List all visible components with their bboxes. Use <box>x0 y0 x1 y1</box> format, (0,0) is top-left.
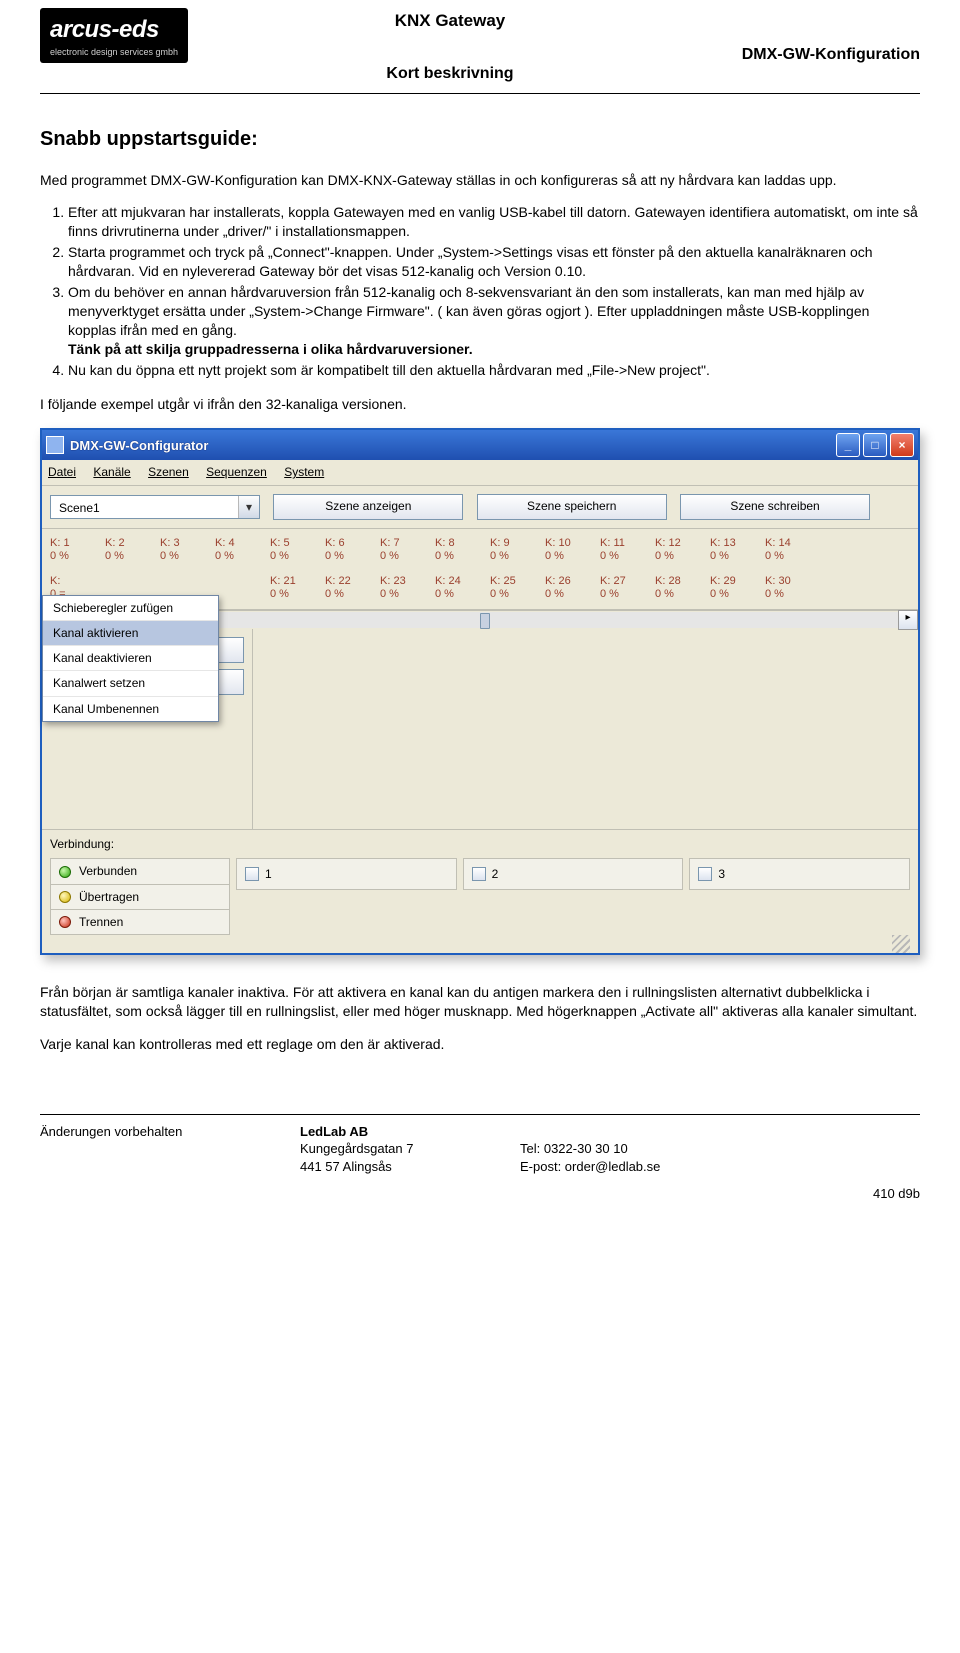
channel-cell[interactable]: K: 30 % <box>160 535 215 565</box>
scene-select[interactable]: Scene1 ▾ <box>50 495 260 519</box>
channel-cell[interactable]: K: 290 % <box>710 573 765 603</box>
doc-title-1: KNX Gateway <box>240 10 660 33</box>
logo-subtext: electronic design services gmbh <box>50 46 178 58</box>
channel-cell[interactable]: K: 60 % <box>325 535 380 565</box>
paragraph-after-2: Varje kanal kan kontrolleras med ett reg… <box>40 1035 920 1054</box>
maximize-button[interactable]: □ <box>863 433 887 457</box>
intro-paragraph: Med programmet DMX-GW-Konfiguration kan … <box>40 171 920 190</box>
footer-num-3: 3 <box>718 866 725 882</box>
footer-num-1: 1 <box>265 866 272 882</box>
footer-mail: E-post: order@ledlab.se <box>520 1158 780 1176</box>
channel-cell[interactable]: K: 140 % <box>765 535 820 565</box>
footer-box-2: 2 <box>463 858 684 890</box>
status-label: Verbunden <box>79 863 137 879</box>
step-3: Om du behöver en annan hårdvaruversion f… <box>68 283 920 359</box>
paragraph-after-1: Från början är samtliga kanaler inaktiva… <box>40 983 920 1021</box>
status-verbunden[interactable]: Verbunden <box>50 858 230 883</box>
connection-label: Verbindung: <box>50 836 910 852</box>
channel-cell[interactable]: K: 270 % <box>600 573 655 603</box>
square-icon <box>698 867 712 881</box>
channel-cell[interactable]: K: 120 % <box>655 535 710 565</box>
statusbar: Verbindung: Verbunden Übertragen Trennen 1… <box>42 830 918 953</box>
scroll-thumb[interactable] <box>480 613 490 629</box>
scroll-right-button[interactable]: ▸ <box>898 610 918 630</box>
context-menu-item[interactable]: Schieberegler zufügen <box>43 596 218 621</box>
toolbar: Scene1 ▾ Szene anzeigen Szene speichern … <box>42 486 918 529</box>
channel-cell[interactable]: K: 50 % <box>270 535 325 565</box>
logo-text: arcus-eds <box>50 14 178 46</box>
resize-grip-icon[interactable] <box>892 935 910 953</box>
status-label: Übertragen <box>79 889 139 905</box>
status-trennen[interactable]: Trennen <box>50 909 230 935</box>
context-menu-item[interactable]: Kanal aktivieren <box>43 621 218 646</box>
menu-szenen[interactable]: Szenen <box>148 465 189 479</box>
green-dot-icon <box>59 866 71 878</box>
channel-cell[interactable]: K: 260 % <box>545 573 600 603</box>
app-window: DMX-GW-Configurator _ □ × Datei Kanäle S… <box>40 428 920 955</box>
channel-cell[interactable]: K: 280 % <box>655 573 710 603</box>
channel-cell[interactable]: K: 70 % <box>380 535 435 565</box>
status-übertragen[interactable]: Übertragen <box>50 884 230 909</box>
brand-logo: arcus-eds electronic design services gmb… <box>40 8 188 63</box>
step-4: Nu kan du öppna ett nytt projekt som är … <box>68 361 920 380</box>
menu-kanaele[interactable]: Kanäle <box>93 465 130 479</box>
menu-sequenzen[interactable]: Sequenzen <box>206 465 267 479</box>
footer-box-3: 3 <box>689 858 910 890</box>
page-number: 410 d9b <box>40 1185 920 1203</box>
footer-company: LedLab AB <box>300 1123 520 1141</box>
channel-cell[interactable]: K: 300 % <box>765 573 820 603</box>
doc-title-2: Kort beskrivning <box>240 63 660 85</box>
menubar: Datei Kanäle Szenen Sequenzen System <box>42 460 918 485</box>
status-label: Trennen <box>79 914 123 930</box>
channel-cell[interactable]: K: 90 % <box>490 535 545 565</box>
context-menu: Schieberegler zufügenKanal aktivierenKan… <box>42 595 219 722</box>
titlebar: DMX-GW-Configurator _ □ × <box>42 430 918 460</box>
menu-datei[interactable]: Datei <box>48 465 76 479</box>
yellow-dot-icon <box>59 891 71 903</box>
save-scene-button[interactable]: Szene speichern <box>477 494 667 520</box>
chevron-down-icon[interactable]: ▾ <box>238 496 259 518</box>
channel-cell[interactable]: K: 20 % <box>105 535 160 565</box>
footer-addr2: 441 57 Alingsås <box>300 1158 520 1176</box>
window-title: DMX-GW-Configurator <box>70 437 833 455</box>
channel-cell[interactable]: K: 40 % <box>215 535 270 565</box>
after-list-paragraph: I följande exempel utgår vi ifrån den 32… <box>40 395 920 414</box>
channel-cell[interactable]: K: 240 % <box>435 573 490 603</box>
channel-cell[interactable]: K: 80 % <box>435 535 490 565</box>
doc-title-right: DMX-GW-Konfiguration <box>660 44 920 66</box>
steps-list: Efter att mjukvaran har installerats, ko… <box>68 203 920 379</box>
app-icon <box>46 436 64 454</box>
context-menu-item[interactable]: Kanalwert setzen <box>43 671 218 696</box>
step-2: Starta programmet och tryck på „Connect"… <box>68 243 920 281</box>
menu-system[interactable]: System <box>284 465 324 479</box>
red-dot-icon <box>59 916 71 928</box>
minimize-button[interactable]: _ <box>836 433 860 457</box>
footer-num-2: 2 <box>492 866 499 882</box>
footer-box-1: 1 <box>236 858 457 890</box>
channel-cell[interactable]: K: 100 % <box>545 535 600 565</box>
square-icon <box>245 867 259 881</box>
context-menu-item[interactable]: Kanal deaktivieren <box>43 646 218 671</box>
channel-cell[interactable]: K: 250 % <box>490 573 545 603</box>
footer-addr1: Kungegårdsgatan 7 <box>300 1140 520 1158</box>
footer-tel: Tel: 0322-30 30 10 <box>520 1140 780 1158</box>
channel-cell[interactable]: K: 130 % <box>710 535 765 565</box>
channel-cell[interactable]: K: 10 % <box>50 535 105 565</box>
scene-select-value: Scene1 <box>59 501 100 515</box>
step-1: Efter att mjukvaran har installerats, ko… <box>68 203 920 241</box>
channel-cell[interactable]: K: 210 % <box>270 573 325 603</box>
channel-grid: K: 10 %K: 20 %K: 30 %K: 40 %K: 50 %K: 60… <box>42 529 918 611</box>
footer-left: Änderungen vorbehalten <box>40 1123 300 1176</box>
channel-cell[interactable]: K: 110 % <box>600 535 655 565</box>
show-scene-button[interactable]: Szene anzeigen <box>273 494 463 520</box>
channel-cell[interactable] <box>215 573 270 603</box>
context-menu-item[interactable]: Kanal Umbenennen <box>43 697 218 721</box>
square-icon <box>472 867 486 881</box>
channel-cell[interactable]: K: 220 % <box>325 573 380 603</box>
channel-cell[interactable]: K: 230 % <box>380 573 435 603</box>
write-scene-button[interactable]: Szene schreiben <box>680 494 870 520</box>
slider-area <box>253 629 918 830</box>
close-button[interactable]: × <box>890 433 914 457</box>
section-heading: Snabb uppstartsguide: <box>40 126 920 153</box>
